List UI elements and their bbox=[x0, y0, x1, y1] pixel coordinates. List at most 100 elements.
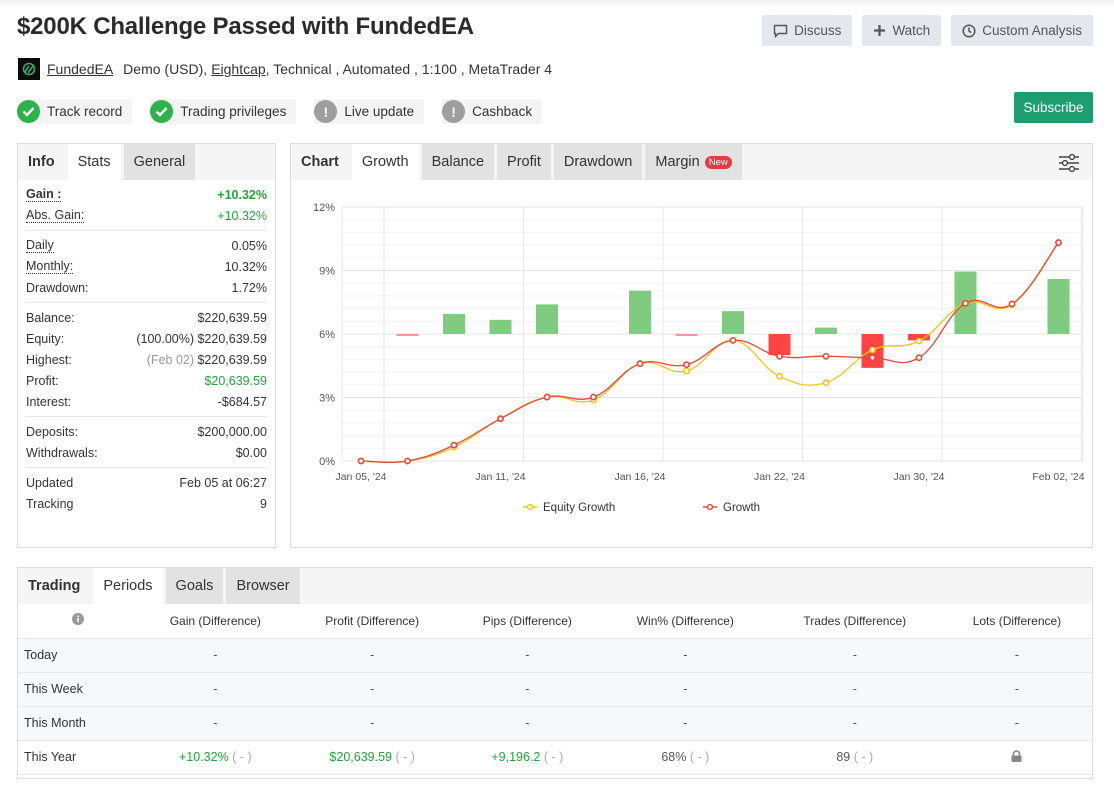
daily-bar[interactable] bbox=[815, 327, 837, 334]
data-point-growth[interactable] bbox=[915, 354, 923, 362]
stats-group: Deposits: $200,000.00 Withdrawals: $0.00 bbox=[26, 417, 267, 468]
tab-browser[interactable]: Browser bbox=[226, 568, 300, 604]
data-point-growth[interactable] bbox=[404, 457, 411, 465]
data-point-growth[interactable] bbox=[822, 352, 830, 360]
daily-bar[interactable] bbox=[675, 334, 698, 336]
data-point-growth[interactable] bbox=[962, 299, 969, 307]
data-point-equity-growth[interactable] bbox=[776, 372, 783, 380]
column-label: Gain (Difference) bbox=[169, 613, 261, 628]
daily-bar[interactable] bbox=[768, 334, 791, 356]
period-cell: - bbox=[602, 672, 768, 707]
broker-link[interactable]: Eightcap bbox=[211, 61, 265, 77]
tab-general[interactable]: General bbox=[123, 144, 196, 180]
y-tick-label: 6% bbox=[319, 329, 335, 341]
daily-bar[interactable] bbox=[396, 334, 419, 336]
legend-item-growth[interactable]: Growth bbox=[703, 502, 760, 514]
daily-bar[interactable] bbox=[1047, 278, 1070, 334]
stat-row-deposits: Deposits: $200,000.00 bbox=[26, 421, 267, 442]
tab-margin[interactable]: Margin New bbox=[645, 144, 742, 180]
tab-profit[interactable]: Profit bbox=[497, 144, 551, 180]
tab-periods[interactable]: Periods bbox=[93, 568, 163, 604]
tab-label: General bbox=[133, 154, 186, 170]
badge-track-record[interactable]: Track record bbox=[17, 99, 133, 124]
stat-value-text: $200,000.00 bbox=[197, 424, 267, 439]
stat-value: 1.72% bbox=[232, 281, 267, 295]
stat-value: -$684.57 bbox=[218, 395, 267, 409]
stat-prefix: (Feb 02) bbox=[146, 352, 198, 367]
subscribe-button[interactable]: Subscribe bbox=[1014, 92, 1093, 123]
stat-label: Withdrawals: bbox=[26, 445, 98, 460]
tab-label: Periods bbox=[103, 578, 153, 594]
tab-label: Growth bbox=[361, 154, 409, 170]
watch-button[interactable]: Watch bbox=[862, 15, 942, 46]
period-value: - bbox=[370, 648, 375, 662]
daily-bar[interactable] bbox=[722, 311, 744, 334]
growth-chart[interactable]: 0% 3% 6% 9% 12% Jan 05, '24 Jan 11, '24 Jan 16,… bbox=[291, 180, 1092, 547]
period-cell: 89 ( - ) bbox=[767, 740, 942, 775]
data-point-growth[interactable] bbox=[543, 393, 551, 401]
data-point-growth[interactable] bbox=[590, 393, 597, 401]
badge-trading-privileges[interactable]: Trading privileges bbox=[150, 99, 297, 124]
lock-icon[interactable] bbox=[1011, 749, 1022, 762]
tab-goals[interactable]: Goals bbox=[165, 568, 224, 604]
daily-bar[interactable] bbox=[443, 313, 465, 334]
data-point-equity-growth[interactable] bbox=[822, 379, 830, 387]
tab-trading[interactable]: Trading bbox=[18, 568, 90, 604]
daily-bar[interactable] bbox=[629, 290, 651, 334]
daily-bar[interactable] bbox=[489, 319, 512, 334]
period-value: - bbox=[213, 682, 218, 696]
period-value: - bbox=[683, 716, 688, 730]
tab-balance[interactable]: Balance bbox=[421, 144, 495, 180]
tab-drawdown[interactable]: Drawdown bbox=[553, 144, 643, 180]
data-point-equity-growth[interactable] bbox=[869, 346, 876, 354]
badge-live-update[interactable]: ! Live update bbox=[314, 99, 425, 124]
y-tick-label: 3% bbox=[319, 393, 335, 405]
data-point-growth[interactable] bbox=[776, 352, 783, 360]
info-icon[interactable] bbox=[72, 613, 84, 626]
data-point-growth[interactable] bbox=[1055, 239, 1062, 246]
tab-label: Browser bbox=[236, 578, 290, 594]
stat-label[interactable]: Daily bbox=[26, 238, 54, 253]
chart-settings-button[interactable] bbox=[1058, 153, 1080, 176]
legend-item-equity-growth[interactable]: Equity Growth bbox=[523, 502, 615, 514]
tab-label: Chart bbox=[301, 154, 339, 170]
period-cell: - bbox=[292, 706, 452, 741]
stat-label: Highest: bbox=[26, 352, 72, 367]
chart-tabs: Chart Growth Balance Profit Drawdown Margin Ne… bbox=[291, 144, 1092, 180]
data-point-growth[interactable] bbox=[729, 336, 737, 344]
page-title: $200K Challenge Passed with FundedEA bbox=[17, 13, 474, 40]
legend-label: Growth bbox=[723, 502, 760, 514]
data-point-growth[interactable] bbox=[636, 360, 644, 368]
stat-row-monthly: Monthly: 10.32% bbox=[26, 256, 267, 277]
author-link[interactable]: FundedEA bbox=[47, 61, 113, 77]
data-point-equity-growth[interactable] bbox=[683, 367, 690, 375]
stat-label[interactable]: Monthly: bbox=[26, 259, 74, 274]
stat-value-text: $20,639.59 bbox=[204, 373, 267, 388]
daily-bar[interactable] bbox=[536, 304, 558, 334]
discuss-button[interactable]: Discuss bbox=[762, 15, 853, 46]
data-point-growth[interactable] bbox=[450, 441, 458, 449]
custom-analysis-button[interactable]: Custom Analysis bbox=[951, 15, 1093, 46]
tab-stats[interactable]: Stats bbox=[67, 144, 121, 180]
check-circle-icon bbox=[17, 100, 40, 123]
data-point-growth[interactable] bbox=[869, 354, 876, 362]
data-point-growth[interactable] bbox=[357, 457, 365, 465]
badge-label: Cashback bbox=[472, 104, 533, 119]
data-point-growth[interactable] bbox=[497, 415, 504, 423]
badge-cashback[interactable]: ! Cashback bbox=[442, 99, 543, 124]
stat-label: Equity: bbox=[26, 331, 65, 346]
stat-row-gain: Gain : +10.32% bbox=[26, 184, 267, 205]
data-point-equity-growth[interactable] bbox=[915, 337, 923, 345]
stat-value-text: +10.32% bbox=[217, 208, 267, 223]
data-point-growth[interactable] bbox=[1008, 300, 1016, 308]
period-value: - bbox=[213, 716, 218, 730]
period-cell: - bbox=[451, 638, 603, 673]
stat-value: 9 bbox=[260, 497, 267, 511]
tab-chart[interactable]: Chart bbox=[291, 144, 349, 180]
data-point-growth[interactable] bbox=[683, 361, 690, 369]
tab-info[interactable]: Info bbox=[18, 144, 65, 180]
tab-growth[interactable]: Growth bbox=[351, 144, 419, 180]
stat-label[interactable]: Abs. Gain: bbox=[26, 208, 85, 223]
stat-label[interactable]: Gain : bbox=[26, 187, 62, 202]
period-cell: - bbox=[767, 672, 942, 707]
